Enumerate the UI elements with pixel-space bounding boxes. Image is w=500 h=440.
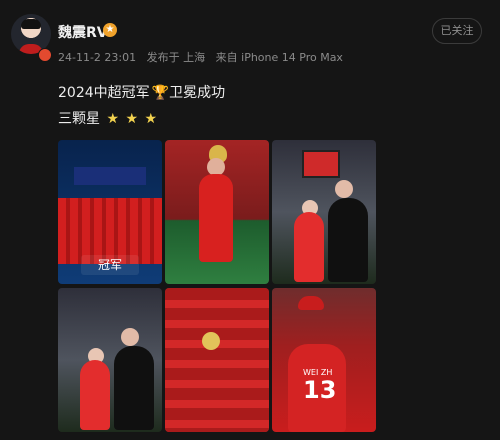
stadium-screen (302, 150, 340, 178)
ball (202, 332, 220, 350)
team-group (165, 288, 269, 432)
post-meta: 24-11-2 23:01 发布于 上海 来自 iPhone 14 Pro Ma… (58, 49, 350, 65)
person-body (328, 198, 368, 282)
post-text-line-1: 2024中超冠军 🏆卫冕成功 (58, 82, 225, 102)
photo-6[interactable]: WEI ZH 13 (272, 288, 376, 432)
banner (74, 167, 146, 185)
player-body (80, 360, 110, 430)
trophy-icon: 🏆 (151, 85, 170, 101)
post-location: 发布于 上海 (146, 51, 206, 64)
text-suffix: 卫冕成功 (169, 85, 226, 101)
vip-icon: ★ (103, 23, 117, 37)
post-time: 24-11-2 23:01 (58, 51, 137, 64)
child-body (294, 212, 324, 282)
photo-caption: 冠军 (81, 255, 139, 275)
coach-face (121, 328, 139, 346)
fan-cap (298, 296, 324, 310)
photo-1[interactable]: 冠军 (58, 140, 162, 284)
photo-2[interactable] (165, 140, 269, 284)
photo-4[interactable] (58, 288, 162, 432)
post-text-line-2: 三颗星 ★ ★ ★ (58, 108, 157, 128)
person-face (335, 180, 353, 198)
author-name[interactable]: 魏震RV (58, 22, 108, 42)
avatar-hair (21, 19, 41, 29)
verified-badge (38, 48, 52, 62)
three-stars-text: 三颗星 (58, 111, 100, 127)
image-grid: 冠军 WEI ZH 13 (58, 140, 376, 436)
jersey-number: 13 (303, 376, 337, 404)
weibo-post-card: 魏震RV ★ 24-11-2 23:01 发布于 上海 来自 iPhone 14… (0, 0, 500, 440)
photo-3[interactable] (272, 140, 376, 284)
star-icon: ★ (144, 111, 158, 127)
coach-body (114, 346, 154, 430)
photo-5[interactable] (165, 288, 269, 432)
player-body (199, 174, 233, 262)
star-icon: ★ (125, 111, 139, 127)
follow-button[interactable]: 已关注 (432, 18, 482, 44)
text-title: 2024中超冠军 (58, 85, 150, 101)
post-device: 来自 iPhone 14 Pro Max (215, 51, 343, 64)
star-icon: ★ (106, 111, 120, 127)
